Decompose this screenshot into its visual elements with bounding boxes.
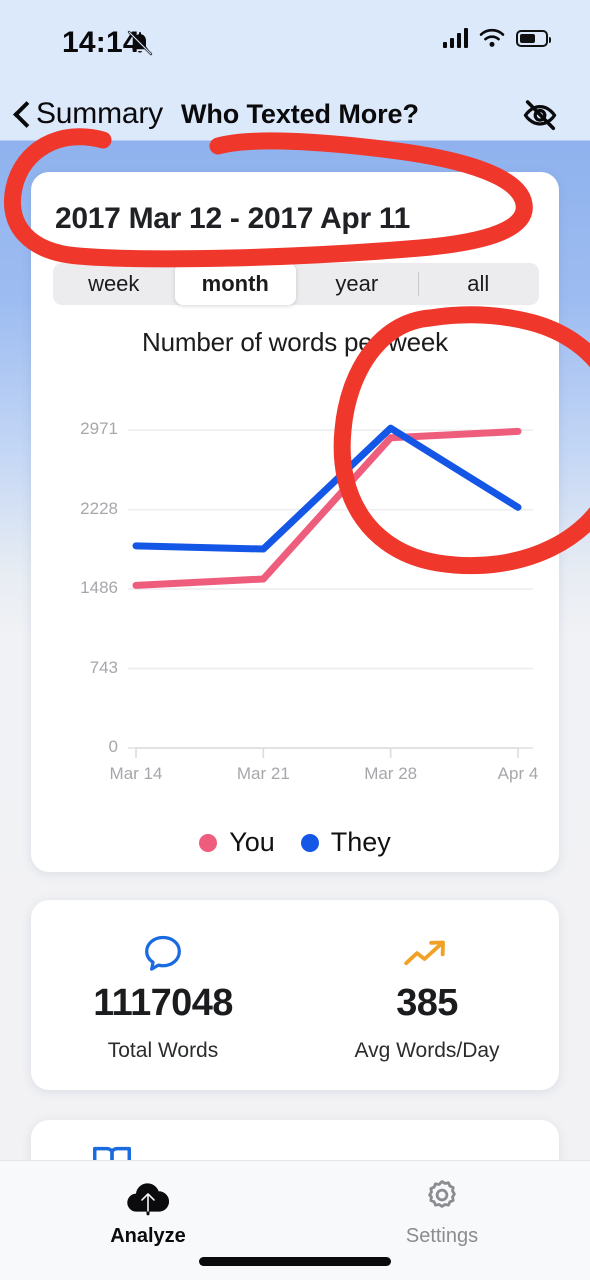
tab-label: Settings	[405, 1225, 479, 1247]
legend-swatch-they	[300, 833, 319, 852]
status-bar: 14:14	[0, 0, 590, 80]
legend-item-you: You	[199, 827, 275, 858]
y-axis-tick-label: 2228	[80, 498, 118, 518]
tab-label: Analyze	[110, 1225, 186, 1247]
back-button-label: Summary	[36, 97, 163, 130]
y-axis-tick-label: 1486	[80, 578, 118, 598]
legend-item-they: They	[300, 827, 391, 858]
home-indicator	[199, 1257, 391, 1266]
chart-legend: You They	[31, 827, 559, 858]
stat-avg-words-per-day: 385 Avg Words/Day	[295, 900, 559, 1090]
x-axis-tick-label: Apr 4	[497, 764, 539, 783]
back-button[interactable]: Summary	[14, 97, 163, 131]
cloud-upload-icon	[48, 1175, 248, 1221]
stat-value: 385	[396, 982, 458, 1024]
chat-bubble-icon	[31, 926, 295, 982]
legend-swatch-you	[199, 833, 218, 852]
stats-card: 1117048 Total Words 385 Avg Words/Day	[31, 900, 559, 1090]
cellular-signal-icon	[443, 28, 468, 48]
gear-icon	[342, 1175, 542, 1221]
stat-value: 1117048	[93, 982, 233, 1024]
trend-up-icon	[295, 926, 559, 982]
bell-slash-icon	[127, 30, 153, 56]
y-axis-tick-label: 743	[89, 657, 118, 677]
navigation-bar: Summary Who Texted More?	[0, 86, 590, 142]
x-axis-tick-label: Mar 14	[109, 764, 163, 783]
status-bar-indicators	[443, 28, 551, 48]
wifi-icon	[479, 28, 505, 47]
app-background: 14:14 Summary Who Texted More? 2017 Mar …	[0, 0, 590, 1280]
bottom-tab-bar: Analyze Settings	[0, 1160, 590, 1280]
stat-label: Avg Words/Day	[354, 1039, 500, 1062]
battery-icon	[516, 29, 551, 47]
chart-card: 2017 Mar 12 - 2017 Apr 11 week month yea…	[31, 172, 559, 872]
page-title: Who Texted More?	[180, 98, 419, 129]
legend-label-you: You	[229, 827, 275, 857]
y-axis-tick-label: 0	[108, 737, 118, 756]
stat-total-words: 1117048 Total Words	[31, 900, 295, 1090]
tab-settings[interactable]: Settings	[342, 1175, 542, 1248]
tab-analyze[interactable]: Analyze	[48, 1175, 248, 1248]
chart-line-they	[132, 424, 522, 553]
chevron-left-icon	[14, 100, 30, 128]
eye-slash-icon[interactable]	[520, 98, 560, 132]
legend-label-they: They	[330, 827, 391, 857]
y-axis-tick-label: 2971	[80, 419, 118, 439]
x-axis-tick-label: Mar 21	[236, 764, 290, 783]
x-axis-tick-label: Mar 28	[364, 764, 418, 783]
chart-line-you	[132, 427, 522, 589]
stat-label: Total Words	[107, 1039, 219, 1062]
